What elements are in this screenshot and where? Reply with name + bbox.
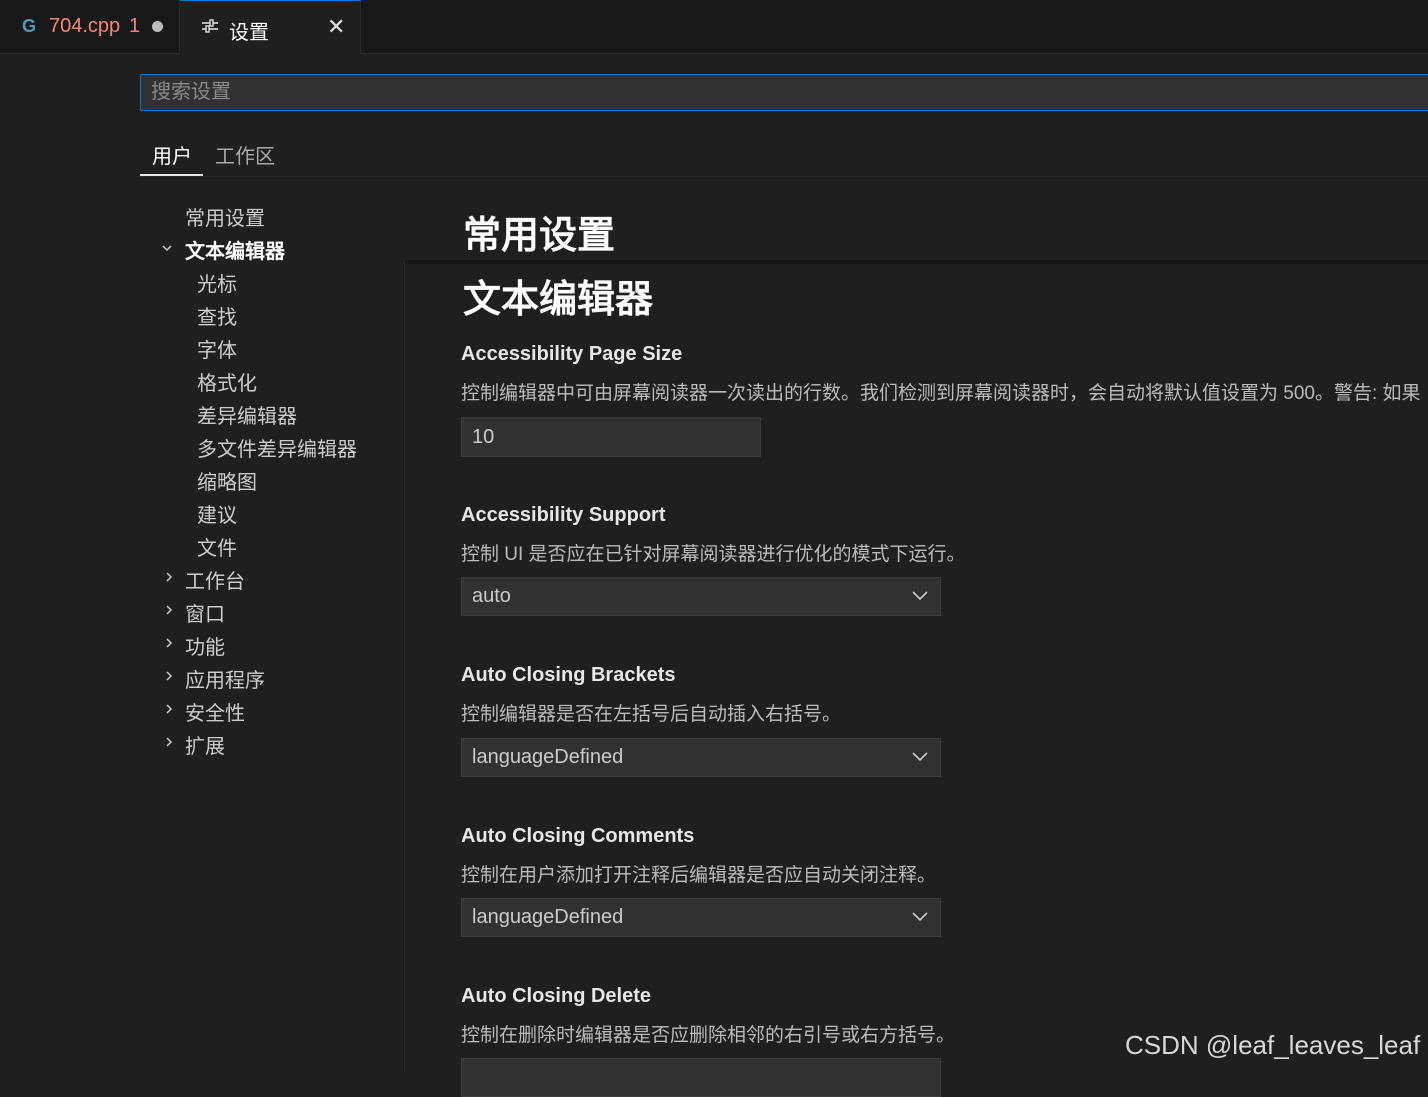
tab-workspace[interactable]: 工作区 xyxy=(215,140,275,169)
setting-description: 控制 UI 是否应在已针对屏幕阅读器进行优化的模式下运行。 xyxy=(461,544,966,565)
watermark-text: CSDN @leaf_leaves_leaf xyxy=(1125,1030,1421,1060)
tab-704-cpp[interactable]: G 704.cpp 1 xyxy=(0,0,180,53)
setting-description: 控制编辑器中可由屏幕阅读器一次读出的行数。我们检测到屏幕阅读器时，会自动将默认值… xyxy=(461,383,1421,404)
tab-label: 704.cpp xyxy=(49,15,121,37)
settings-toc: 常用设置 文本编辑器 光标 查找 字体 格式化 差异编辑器 多文件差异编辑器 缩… xyxy=(0,196,405,1073)
settings-scope-tabs: 用户 工作区 xyxy=(140,130,1428,177)
toc-item-minimap[interactable]: 缩略图 xyxy=(197,466,257,495)
auto-closing-delete-select[interactable] xyxy=(461,1058,941,1097)
heading-common-settings: 常用设置 xyxy=(463,215,616,257)
toc-item-find[interactable]: 查找 xyxy=(197,301,237,330)
toc-item-extensions[interactable]: 扩展 xyxy=(185,730,225,759)
toc-item-window[interactable]: 窗口 xyxy=(185,598,225,627)
toc-item-formatting[interactable]: 格式化 xyxy=(197,367,257,396)
cpp-file-icon: G xyxy=(22,16,37,36)
setting-title: Accessibility Page Size xyxy=(461,343,683,365)
setting-title: Auto Closing Comments xyxy=(461,825,695,847)
chevron-right-icon[interactable] xyxy=(164,671,174,681)
setting-description: 控制在删除时编辑器是否应删除相邻的右引号或右方括号。 xyxy=(461,1025,956,1046)
chevron-down-icon xyxy=(912,752,928,762)
chevron-right-icon[interactable] xyxy=(164,704,174,714)
auto-closing-comments-select[interactable]: languageDefined xyxy=(461,898,941,937)
toc-item-common[interactable]: 常用设置 xyxy=(185,202,265,231)
setting-description: 控制编辑器是否在左括号后自动插入右括号。 xyxy=(461,704,842,725)
tab-label: 设置 xyxy=(229,22,269,44)
unsaved-dot-icon[interactable] xyxy=(152,21,163,32)
toc-item-diff-editor[interactable]: 差异编辑器 xyxy=(197,400,297,429)
chevron-right-icon[interactable] xyxy=(164,638,174,648)
chevron-down-icon xyxy=(912,591,928,601)
accessibility-page-size-input[interactable] xyxy=(461,417,761,457)
settings-sliders-icon xyxy=(202,19,218,33)
setting-title: Accessibility Support xyxy=(461,504,666,526)
toc-item-workbench[interactable]: 工作台 xyxy=(185,565,245,594)
editor-tab-bar: G 704.cpp 1 设置 ✕ xyxy=(0,0,1428,54)
toc-item-application[interactable]: 应用程序 xyxy=(185,664,265,693)
toc-item-cursor[interactable]: 光标 xyxy=(197,268,237,297)
chevron-down-icon[interactable] xyxy=(162,243,172,253)
settings-search-box xyxy=(140,74,1428,111)
toc-item-multi-diff-editor[interactable]: 多文件差异编辑器 xyxy=(197,433,357,462)
tab-user[interactable]: 用户 xyxy=(152,140,192,169)
chevron-right-icon[interactable] xyxy=(164,572,174,582)
problem-count-badge: 1 xyxy=(129,15,141,37)
select-value: languageDefined xyxy=(472,746,624,768)
setting-description: 控制在用户添加打开注释后编辑器是否应自动关闭注释。 xyxy=(461,865,937,886)
search-input[interactable] xyxy=(141,75,1428,110)
toc-item-security[interactable]: 安全性 xyxy=(185,697,245,726)
setting-title: Auto Closing Delete xyxy=(461,985,652,1007)
setting-title: Auto Closing Brackets xyxy=(461,664,676,686)
close-icon[interactable]: ✕ xyxy=(327,14,345,40)
chevron-right-icon[interactable] xyxy=(164,605,174,615)
toc-divider xyxy=(404,262,405,1073)
tab-settings[interactable]: 设置 ✕ xyxy=(180,0,361,54)
toc-item-features[interactable]: 功能 xyxy=(185,631,225,660)
select-value: auto xyxy=(472,585,511,607)
toc-item-files[interactable]: 文件 xyxy=(197,532,237,561)
chevron-down-icon xyxy=(912,912,928,922)
toc-item-suggestions[interactable]: 建议 xyxy=(197,499,237,528)
heading-text-editor: 文本编辑器 xyxy=(463,279,654,321)
active-tab-indicator xyxy=(140,174,203,176)
select-value: languageDefined xyxy=(472,906,624,928)
sticky-header-divider xyxy=(405,260,1428,264)
auto-closing-brackets-select[interactable]: languageDefined xyxy=(461,738,941,777)
accessibility-support-select[interactable]: auto xyxy=(461,577,941,616)
toc-item-font[interactable]: 字体 xyxy=(197,334,237,363)
toc-item-text-editor[interactable]: 文本编辑器 xyxy=(185,235,285,264)
chevron-right-icon[interactable] xyxy=(164,737,174,747)
